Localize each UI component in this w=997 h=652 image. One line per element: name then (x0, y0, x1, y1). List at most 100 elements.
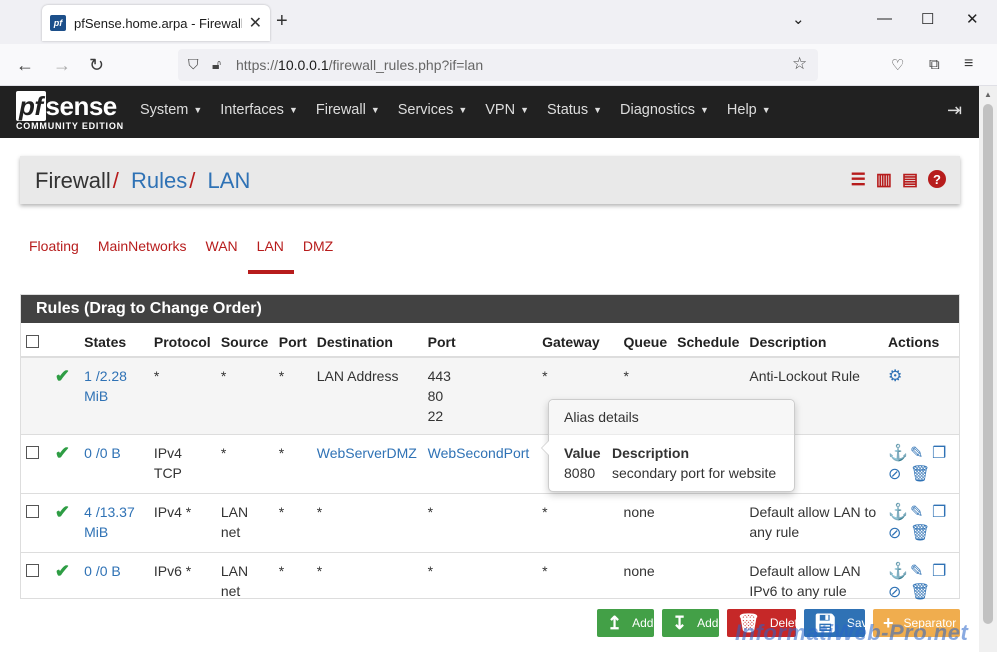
popover-description-header: Description (612, 445, 690, 461)
cell-states[interactable]: 1 /2.28 MiB (79, 356, 149, 435)
breadcrumb-firewall: Firewall (35, 168, 111, 193)
copy-icon[interactable]: ❐ (932, 503, 954, 523)
tab-lan[interactable]: LAN (247, 238, 295, 274)
cell-states[interactable]: 4 /13.37 MiB (79, 493, 149, 553)
cell-destination: * (311, 552, 423, 611)
row-status-cell: ✔ (49, 434, 80, 494)
menu-interfaces[interactable]: Interfaces ▼ (220, 102, 298, 118)
cell-states[interactable]: 0 /0 B (79, 434, 149, 494)
menu-vpn[interactable]: VPN ▼ (485, 102, 529, 118)
copy-icon[interactable]: ❐ (932, 444, 954, 464)
logo-subtitle: COMMUNITY EDITION (16, 121, 124, 131)
anchor-icon[interactable]: ⚓ (888, 562, 910, 582)
tab-dmz[interactable]: DMZ (294, 238, 343, 274)
log-list-icon[interactable]: ▤ (902, 170, 918, 190)
new-tab-icon[interactable]: + (276, 10, 288, 33)
help-icon[interactable]: ? (928, 170, 946, 188)
browser-tabstrip: pf pfSense.home.arpa - Firewall: R ✕ + ⌄… (0, 0, 997, 44)
pfsense-favicon-icon: pf (50, 15, 66, 31)
table-row: ✔ 0 /0 B IPv4 TCP * * WebServerDMZ WebSe… (21, 434, 959, 494)
pfsense-logo[interactable]: pf sense COMMUNITY EDITION (16, 91, 124, 131)
cell-description: Default allow LAN to any rule (744, 493, 883, 553)
tab-wan[interactable]: WAN (197, 238, 248, 274)
cell-dest-port: 443 80 22 (422, 356, 538, 435)
copy-icon[interactable]: ❐ (932, 562, 954, 582)
menu-help[interactable]: Help ▼ (727, 102, 771, 118)
cell-destination[interactable]: WebServerDMZ (311, 434, 423, 494)
menu-icon[interactable]: ≡ (964, 55, 973, 73)
select-all-cell (21, 323, 50, 358)
reload-icon[interactable]: ↻ (89, 55, 104, 76)
caret-down-icon: ▼ (288, 105, 298, 116)
cell-dest-port[interactable]: WebSecondPort (422, 434, 538, 494)
trash-icon[interactable]: 🗑︎ (910, 583, 932, 603)
close-window-icon[interactable]: ✕ (966, 10, 979, 28)
cell-actions: ⚙ (882, 356, 959, 435)
col-queue: Queue (618, 323, 673, 358)
extensions-icon[interactable]: ⧉ (929, 56, 940, 73)
menu-system[interactable]: System ▼ (140, 102, 202, 118)
col-source: Source (215, 323, 274, 358)
breadcrumb-rules[interactable]: Rules (131, 168, 187, 193)
cell-source: LAN net (215, 493, 274, 553)
menu-services[interactable]: Services ▼ (398, 102, 468, 118)
popover-arrow (541, 440, 549, 456)
disable-icon[interactable]: ⊘ (888, 465, 910, 485)
menu-diagnostics[interactable]: Diagnostics ▼ (620, 102, 709, 118)
disable-icon[interactable]: ⊘ (888, 583, 910, 603)
scroll-up-icon[interactable]: ▲ (984, 90, 992, 99)
bookmark-star-icon[interactable]: ☆ (792, 54, 807, 74)
anchor-icon[interactable]: ⚓ (888, 444, 910, 464)
pencil-icon[interactable]: ✎ (910, 503, 932, 523)
anchor-icon[interactable]: ⚓ (888, 503, 910, 523)
add-top-button[interactable]: ↥ Add (597, 609, 654, 637)
forward-icon[interactable]: → (53, 55, 71, 76)
sliders-icon[interactable]: ☰ (851, 170, 866, 190)
back-icon[interactable]: ← (16, 55, 34, 76)
page-scrollbar[interactable]: ▲ (979, 86, 997, 652)
cell-protocol: IPv6 * (148, 552, 216, 611)
row-status-cell: ✔ (49, 356, 80, 435)
breadcrumb-lan[interactable]: LAN (208, 168, 251, 193)
cell-protocol: * (148, 356, 216, 435)
rules-table: States Protocol Source Port Destination … (21, 323, 959, 611)
row-checkbox[interactable] (26, 505, 39, 518)
logo-pf: pf (16, 91, 46, 121)
minimize-icon[interactable]: — (877, 10, 892, 27)
popover-body: Value Description 8080 secondary port fo… (549, 435, 794, 491)
cell-port: * (273, 434, 312, 494)
tab-mainnetworks[interactable]: MainNetworks (89, 238, 197, 274)
pencil-icon[interactable]: ✎ (910, 562, 932, 582)
popover-description: secondary port for website (612, 465, 777, 481)
check-icon: ✔ (54, 502, 70, 522)
row-checkbox[interactable] (26, 564, 39, 577)
pencil-icon[interactable]: ✎ (910, 444, 932, 464)
pocket-icon[interactable]: ♡ (891, 56, 904, 74)
trash-icon[interactable]: 🗑︎ (910, 524, 932, 544)
lock-icon[interactable]: 🔓︎ (212, 56, 221, 73)
url-text[interactable]: https://10.0.0.1/firewall_rules.php?if=l… (236, 57, 483, 73)
tab-list-icon[interactable]: ⌄ (792, 10, 805, 28)
check-icon: ✔ (54, 443, 70, 463)
shield-icon[interactable]: ⛉ (188, 56, 199, 73)
panel-title: Rules (Drag to Change Order) (21, 295, 959, 323)
menu-firewall[interactable]: Firewall ▼ (316, 102, 380, 118)
select-all-checkbox[interactable] (26, 335, 39, 348)
url-bar[interactable]: ⛉ 🔓︎ https://10.0.0.1/firewall_rules.php… (178, 49, 818, 81)
scroll-thumb[interactable] (983, 104, 993, 624)
cell-gateway: * (537, 552, 619, 611)
disable-icon[interactable]: ⊘ (888, 524, 910, 544)
maximize-icon[interactable]: ☐ (921, 10, 934, 28)
row-select-cell (21, 552, 50, 611)
close-tab-icon[interactable]: ✕ (249, 13, 262, 33)
bar-chart-icon[interactable]: ▥ (876, 170, 892, 190)
browser-tab[interactable]: pf pfSense.home.arpa - Firewall: R ✕ (42, 5, 270, 41)
row-checkbox[interactable] (26, 446, 39, 459)
menu-status[interactable]: Status ▼ (547, 102, 602, 118)
tab-floating[interactable]: Floating (20, 238, 89, 274)
gear-icon[interactable]: ⚙ (888, 367, 910, 387)
trash-icon[interactable]: 🗑︎ (910, 465, 932, 485)
add-bottom-button[interactable]: ↧ Add (662, 609, 719, 637)
cell-states[interactable]: 0 /0 B (79, 552, 149, 611)
logout-icon[interactable]: ⇥ (947, 100, 962, 121)
